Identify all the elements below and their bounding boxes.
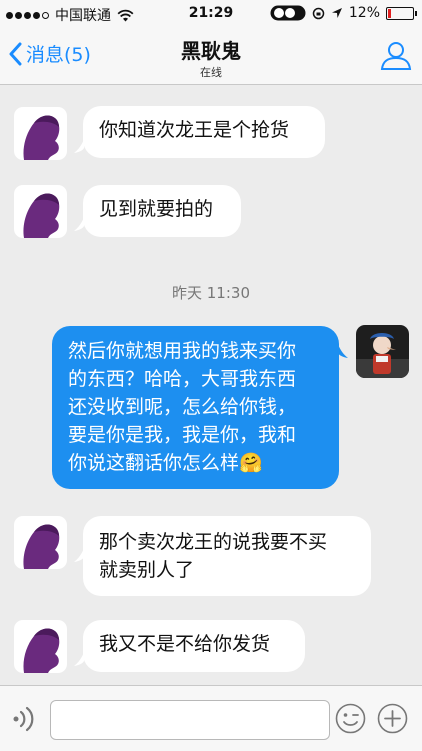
hug-emoji-icon: 🤗	[239, 452, 263, 474]
battery-percent: 12%	[348, 5, 380, 21]
message-line-last: 你说这翻话你怎么样🤗	[68, 449, 323, 477]
contact-avatar[interactable]	[14, 185, 67, 238]
battery-icon	[386, 6, 417, 20]
profile-button[interactable]	[380, 40, 412, 74]
message-bubble-outgoing[interactable]: 然后你就想用我的钱来买你 的东西？哈哈，大哥我东西 还没收到呢，怎么给你钱， 要…	[52, 326, 339, 489]
message-line: 的东西？哈哈，大哥我东西	[68, 368, 297, 390]
message-text: 我又不是不给你发货	[99, 633, 271, 655]
rotation-lock-icon	[312, 7, 325, 19]
message-line: 那个卖次龙王的说我要不买	[99, 531, 328, 553]
online-status: 在线	[200, 66, 222, 79]
input-bar	[0, 685, 422, 751]
silhouette-avatar-icon	[14, 516, 67, 569]
message-line: 要是你是我，我是你，我和	[68, 424, 297, 446]
location-arrow-icon	[331, 8, 342, 18]
message-line: 还没收到呢，怎么给你钱，	[68, 396, 297, 418]
status-right: 12%	[270, 5, 417, 21]
bubble-tail	[338, 344, 348, 358]
message-line: 就卖别人了	[99, 559, 195, 581]
message-input[interactable]	[50, 700, 330, 740]
message-bubble-incoming[interactable]: 你知道次龙王是个抢货	[83, 106, 325, 158]
silhouette-avatar-icon	[14, 620, 67, 673]
message-bubble-incoming[interactable]: 那个卖次龙王的说我要不买 就卖别人了	[83, 516, 371, 596]
silhouette-avatar-icon	[14, 185, 67, 238]
silhouette-avatar-icon	[14, 107, 67, 160]
voice-icon[interactable]	[12, 705, 38, 733]
contact-avatar[interactable]	[14, 107, 67, 160]
chat-title: 黑耿鬼	[181, 39, 241, 63]
photo-avatar-icon	[356, 325, 409, 378]
contact-avatar[interactable]	[14, 620, 67, 673]
battery-level	[388, 8, 391, 18]
contact-avatar[interactable]	[14, 516, 67, 569]
message-line: 然后你就想用我的钱来买你	[68, 340, 297, 362]
message-text: 见到就要拍的	[99, 198, 214, 220]
message-line: 你说这翻话你怎么样	[68, 452, 240, 474]
emoji-icon[interactable]	[335, 703, 366, 734]
status-bar: 中国联通 21:29 12%	[0, 0, 422, 28]
plus-icon[interactable]	[377, 703, 408, 734]
message-bubble-incoming[interactable]: 见到就要拍的	[83, 185, 241, 237]
message-bubble-incoming[interactable]: 我又不是不给你发货	[83, 620, 305, 672]
message-timestamp: 昨天 11:30	[172, 284, 250, 302]
navigation-bar: 消息(5) 黑耿鬼 在线	[0, 28, 422, 85]
self-avatar[interactable]	[356, 325, 409, 378]
qq-status-icon	[270, 5, 306, 21]
profile-icon	[380, 42, 412, 70]
message-text: 你知道次龙王是个抢货	[99, 119, 290, 141]
